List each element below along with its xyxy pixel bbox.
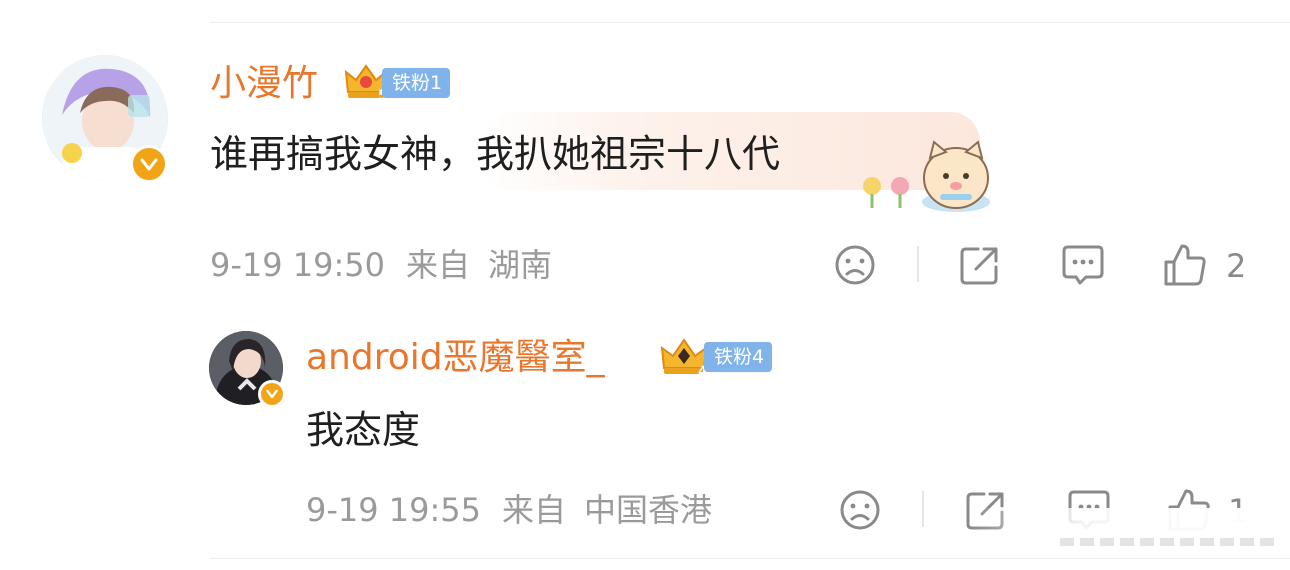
cat-sticker-icon xyxy=(863,140,990,212)
reply-from-label: 来自 xyxy=(502,491,567,529)
top-divider xyxy=(210,22,1290,23)
comment-from-label: 来自 xyxy=(406,246,471,284)
action-separator xyxy=(917,246,919,282)
watermark-overlay xyxy=(970,508,1290,568)
username[interactable]: android恶魔醫室_ xyxy=(306,334,605,382)
comment-time: 9-19 19:50 xyxy=(210,246,386,284)
verified-badge-icon xyxy=(258,380,286,408)
fan-badge[interactable]: 4 铁粉4 xyxy=(660,338,788,378)
username[interactable]: 小漫竹 xyxy=(210,60,318,108)
frown-face-icon[interactable] xyxy=(838,488,882,532)
action-separator xyxy=(922,491,924,527)
crown-icon: 4 xyxy=(660,338,708,378)
fan-level-label: 铁粉1 xyxy=(382,68,451,98)
reply-text: 我态度 xyxy=(306,408,421,452)
fan-level-label: 铁粉4 xyxy=(704,342,773,372)
like-count: 2 xyxy=(1226,247,1247,285)
fan-badge[interactable]: 5 铁粉1 xyxy=(344,64,458,102)
reply-time: 9-19 19:55 xyxy=(306,491,482,529)
comment-location: 湖南 xyxy=(488,246,553,284)
frown-face-icon[interactable] xyxy=(833,243,877,287)
watermark-text-placeholder xyxy=(1060,538,1280,546)
reply-location: 中国香港 xyxy=(584,491,713,529)
share-icon[interactable] xyxy=(958,243,1002,287)
comment-bubble-icon[interactable] xyxy=(1060,243,1106,287)
verified-badge-icon xyxy=(130,145,168,183)
thumbs-up-icon[interactable] xyxy=(1162,242,1208,288)
bottom-divider xyxy=(210,558,1290,559)
comment-text: 谁再搞我女神，我扒她祖宗十八代 xyxy=(210,132,781,176)
